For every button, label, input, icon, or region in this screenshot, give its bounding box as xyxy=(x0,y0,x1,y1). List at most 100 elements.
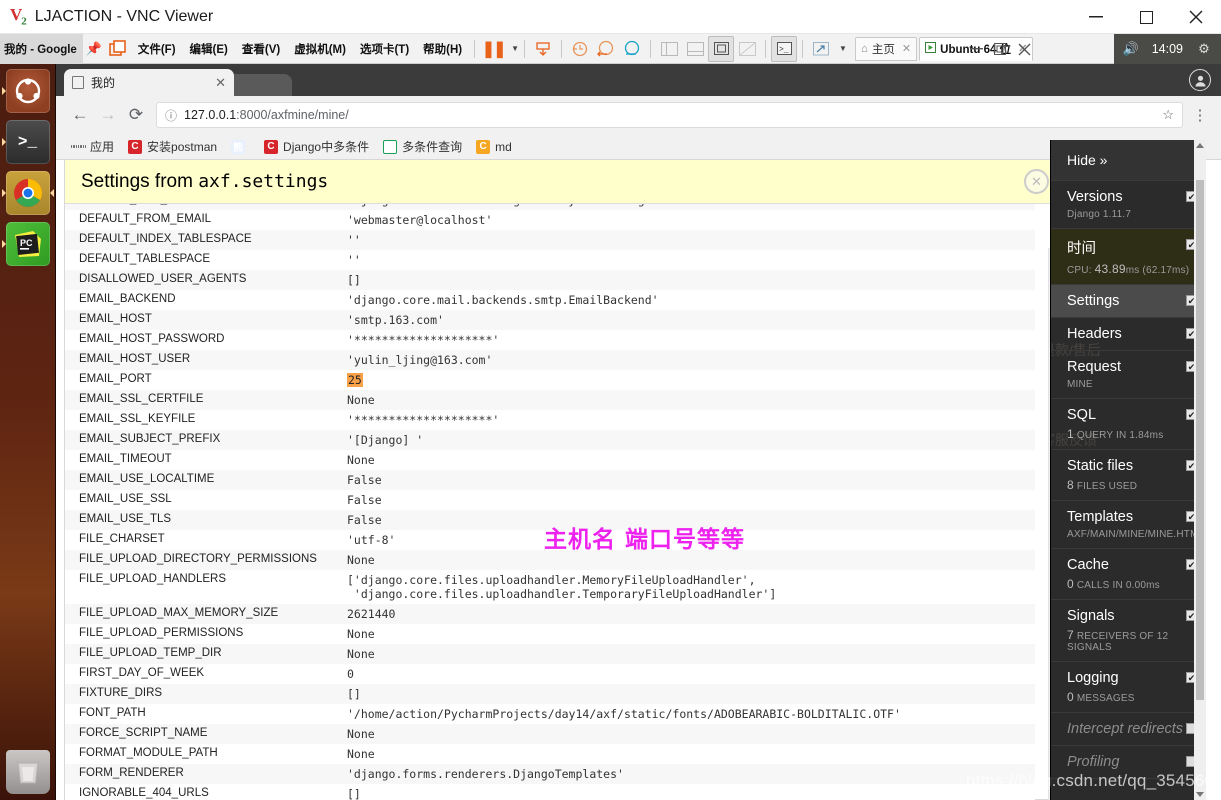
vm-restore-button[interactable] xyxy=(988,34,1012,64)
chrome-tab-close-icon[interactable]: ✕ xyxy=(215,75,226,91)
clock-indicator[interactable]: 14:09 xyxy=(1144,42,1191,56)
setting-value: 25 xyxy=(333,370,1035,390)
scroll-down-arrow-icon[interactable] xyxy=(1196,792,1204,797)
table-row: FIXTURE_DIRS [] xyxy=(65,684,1035,704)
setting-value: '********************' xyxy=(347,413,500,427)
bookmark-query[interactable]: C 多条件查询 xyxy=(378,138,467,155)
launcher-item-pycharm[interactable]: PC xyxy=(1,222,50,266)
djdt-panel-label: Request xyxy=(1067,359,1122,375)
bookmark-django[interactable]: C Django中多条件 xyxy=(259,138,374,155)
menu-view[interactable]: 查看(V) xyxy=(235,41,287,57)
menu-vm[interactable]: 虚拟机(M) xyxy=(287,41,353,57)
chrome-tab-active[interactable]: 我的 ✕ xyxy=(64,69,234,96)
setting-key: FORCE_SCRIPT_NAME xyxy=(79,727,208,739)
expand-icon[interactable] xyxy=(808,36,834,62)
back-button[interactable]: ← xyxy=(66,101,94,129)
launcher-item-terminal[interactable]: >_ xyxy=(1,120,50,164)
setting-key: FORMAT_MODULE_PATH xyxy=(79,747,218,759)
vnc-logo-icon: V2 xyxy=(10,6,27,27)
settings-table: DEFAULT_FILE_STORAGE'django.core.files.s… xyxy=(65,204,1035,800)
snapshot-take-icon[interactable] xyxy=(567,36,593,62)
sidebar-icon[interactable] xyxy=(656,36,682,62)
bookmark-postman[interactable]: C 安装postman xyxy=(123,138,222,155)
chrome-menu-icon[interactable]: ⋮ xyxy=(1189,106,1211,124)
vnc-maximize-button[interactable] xyxy=(1121,0,1171,34)
send-ctrl-alt-del-icon[interactable] xyxy=(530,36,556,62)
pin-icon[interactable]: 📌 xyxy=(83,41,105,57)
vmware-icon[interactable] xyxy=(105,36,131,62)
bookmark-baidu[interactable]: 熊 xyxy=(226,139,255,154)
djdt-panel--[interactable]: 时间 CPU: 43.89ms (62.17ms) ✔ xyxy=(1051,229,1206,285)
toolbar-divider xyxy=(524,39,526,58)
bookmark-apps[interactable]: 应用 xyxy=(66,138,119,155)
chrome-tab-title: 我的 xyxy=(91,76,116,90)
launcher-item-google-chrome[interactable] xyxy=(1,171,54,215)
setting-value: '********************' xyxy=(347,333,500,347)
menu-tabs[interactable]: 选项卡(T) xyxy=(353,41,416,57)
chevron-down-icon[interactable]: ▼ xyxy=(839,44,847,53)
djdt-panel-stat: MINE xyxy=(1067,379,1093,390)
reload-button[interactable]: ⟳ xyxy=(122,101,150,129)
bookmark-apps-label: 应用 xyxy=(90,140,115,154)
djdt-panel-settings[interactable]: Settings ✔ xyxy=(1051,285,1206,318)
djdt-panel-label: Signals xyxy=(1067,608,1115,624)
thumbnail-icon[interactable] xyxy=(682,36,708,62)
vnc-minimize-button[interactable] xyxy=(1071,0,1121,34)
volume-icon[interactable]: 🔊 xyxy=(1118,34,1144,64)
vm-tab-home[interactable]: ⌂ 主页 ✕ xyxy=(854,36,918,61)
djdt-panel-signals[interactable]: Signals 7 RECEIVERS OF 12 SIGNALS ✔ xyxy=(1051,600,1206,662)
djdt-hide-button[interactable]: Hide » xyxy=(1051,140,1206,181)
menu-help[interactable]: 帮助(H) xyxy=(416,41,469,57)
toolbar-divider xyxy=(802,39,804,58)
setting-value: 'django.core.mail.backends.smtp.EmailBac… xyxy=(347,293,659,307)
djdt-panel-label: Cache xyxy=(1067,557,1109,573)
settings-table-scroll-area[interactable]: DEFAULT_FILE_STORAGE'django.core.files.s… xyxy=(65,204,1063,800)
home-icon: ⌂ xyxy=(860,42,868,55)
vm-minimize-button[interactable] xyxy=(964,34,988,64)
taskbar-window-chip[interactable]: 我的 - Google xyxy=(0,33,83,64)
djdt-panel-stat: CPU: 43.89ms (62.17ms) xyxy=(1067,262,1190,276)
djdt-panel-logging[interactable]: Logging 0 MESSAGES ✔ xyxy=(1051,662,1206,713)
djdt-panel-sql[interactable]: SQL 1 QUERY IN 1.84ms ✔ xyxy=(1051,399,1206,450)
fullscreen-icon[interactable] xyxy=(708,35,735,62)
forward-button[interactable]: → xyxy=(94,101,122,129)
djdt-panel-templates[interactable]: Templates AXF/MAIN/MINE/MINE.HTML ✔ xyxy=(1051,501,1206,549)
address-bar[interactable]: ⓘ 127.0.0.1:8000/axfmine/mine/ ☆ xyxy=(156,102,1183,128)
bookmark-star-icon[interactable]: ☆ xyxy=(1162,107,1174,123)
info-circle-icon[interactable]: ⓘ xyxy=(165,107,177,124)
djdt-panel-versions[interactable]: Versions Django 1.11.7 ✔ xyxy=(1051,181,1206,229)
djdt-panel-request[interactable]: Request MINE ✔ xyxy=(1051,351,1206,399)
chevron-down-icon[interactable]: ▼ xyxy=(511,44,519,53)
menu-file[interactable]: 文件(F) xyxy=(131,41,183,57)
scroll-up-arrow-icon[interactable] xyxy=(1196,143,1204,148)
djdt-panel-headers[interactable]: Headers ✔ xyxy=(1051,318,1206,351)
bookmark-md[interactable]: C md xyxy=(471,139,517,154)
launcher-item-trash[interactable] xyxy=(6,750,50,794)
gear-icon[interactable]: ⚙ xyxy=(1191,34,1217,64)
djdt-scrollbar[interactable] xyxy=(1194,140,1206,800)
vm-tab-home-close[interactable]: ✕ xyxy=(902,42,911,55)
djdt-panel-label: Logging xyxy=(1067,670,1119,686)
djdt-panel-intercept-redirects[interactable]: Intercept redirects xyxy=(1051,713,1206,746)
djdt-panel-stat: 1 QUERY IN 1.84ms xyxy=(1067,427,1164,441)
table-row: DISALLOWED_USER_AGENTS [] xyxy=(65,270,1035,290)
suspend-icon[interactable]: ❚❚ xyxy=(480,36,507,62)
snapshot-manage-icon[interactable] xyxy=(619,36,645,62)
table-row: FILE_UPLOAD_MAX_MEMORY_SIZE 2621440 xyxy=(65,604,1035,624)
scrollbar-thumb[interactable] xyxy=(1196,180,1204,700)
vnc-close-button[interactable] xyxy=(1171,0,1221,34)
djdt-panel-static-files[interactable]: Static files 8 FILES USED ✔ xyxy=(1051,450,1206,501)
avatar[interactable] xyxy=(1189,69,1211,91)
setting-key: DISALLOWED_USER_AGENTS xyxy=(79,273,247,285)
setting-key: FIRST_DAY_OF_WEEK xyxy=(79,667,205,679)
unity-icon[interactable] xyxy=(734,36,760,62)
djdt-panel-cache[interactable]: Cache 0 CALLS IN 0.00ms ✔ xyxy=(1051,549,1206,600)
menu-edit[interactable]: 编辑(E) xyxy=(183,41,235,57)
django-debug-toolbar: 全部订单 退款/售后 客服反馈 Hide » VersionsDjango 1.… xyxy=(1050,140,1206,800)
launcher-item-ubuntu-dash[interactable] xyxy=(1,69,50,113)
vm-close-button[interactable] xyxy=(1012,34,1036,64)
setting-key: FILE_CHARSET xyxy=(79,533,165,545)
console-icon[interactable]: >_ xyxy=(771,35,798,62)
snapshot-revert-icon[interactable] xyxy=(593,36,619,62)
close-icon[interactable]: ✕ xyxy=(1024,169,1049,194)
